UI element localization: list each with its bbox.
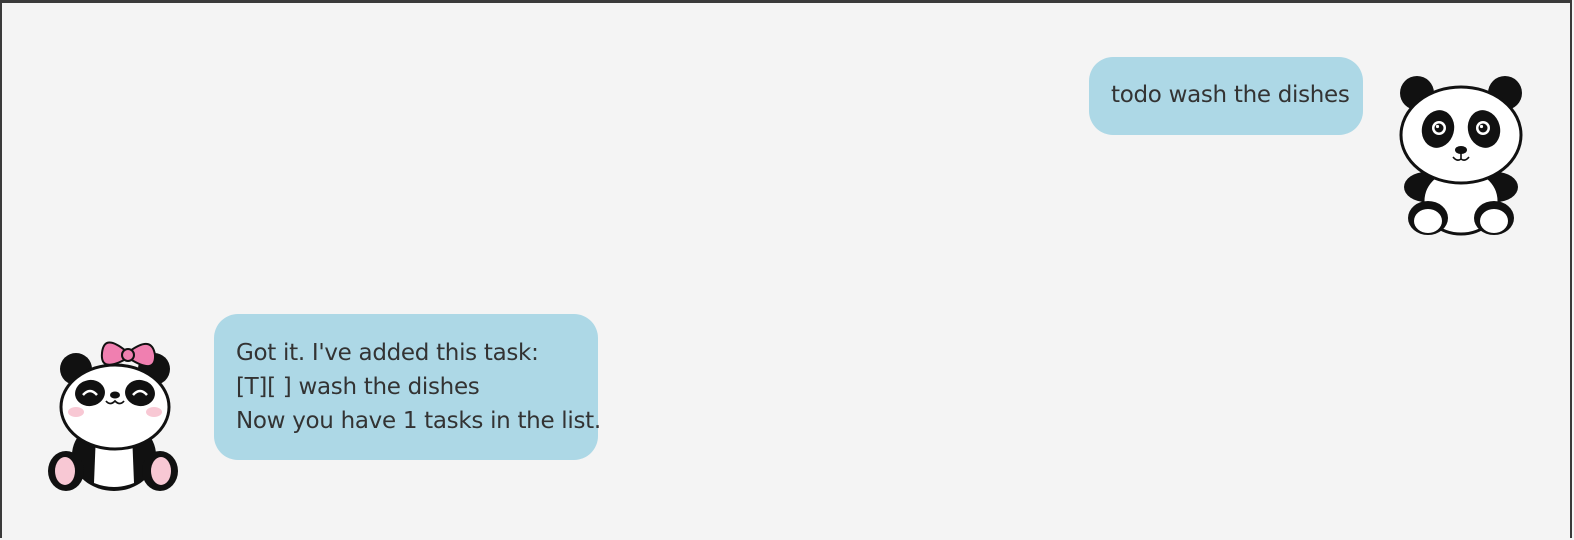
user-message-bubble: todo wash the dishes	[1089, 57, 1363, 135]
bot-message-line: [T][ ] wash the dishes	[236, 374, 480, 400]
panda-icon	[1399, 76, 1523, 236]
panda-with-pink-bow-icon	[48, 341, 178, 491]
bot-message-line: Got it. I've added this task:	[236, 340, 539, 366]
chat-window: todo wash the dishes Got it. I've added …	[0, 0, 1572, 538]
user-message-text: todo wash the dishes	[1111, 82, 1350, 108]
bot-message-bubble: Got it. I've added this task: [T][ ] was…	[214, 314, 601, 460]
bot-message-line: Now you have 1 tasks in the list.	[236, 408, 601, 434]
